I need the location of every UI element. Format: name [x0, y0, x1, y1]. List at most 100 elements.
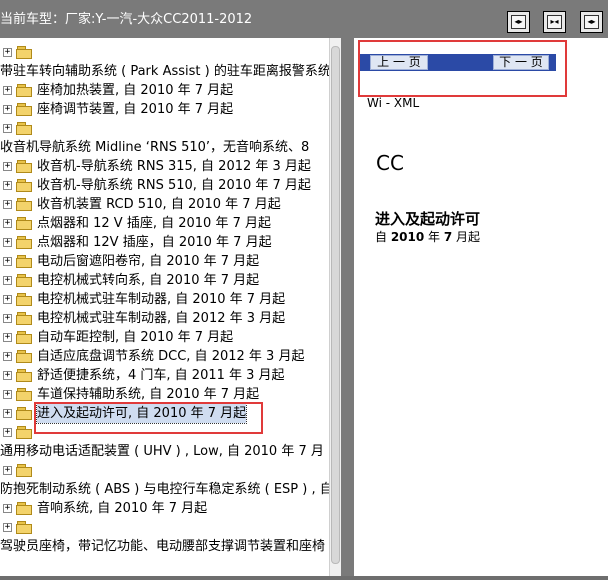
tree-item-text[interactable]: 防抱死制动系统 ( ABS ) 与电控行车稳定系统 ( ESP ) , 自 [0, 480, 329, 499]
expand-toggle-icon[interactable]: + [3, 219, 12, 228]
next-page-button[interactable]: 下 一 页 [493, 55, 549, 70]
expand-icon: ◂▸ [511, 15, 526, 29]
tree-item-text[interactable]: 收音机导航系统 Midline ‘RNS 510’，无音响系统、8 [0, 138, 329, 157]
expand-toggle-icon[interactable]: + [3, 466, 12, 475]
folder-icon [16, 388, 32, 401]
tree-item-label: 点烟器和 12V 插座，自 2010 年 7 月起 [37, 235, 272, 250]
folder-icon [16, 255, 32, 268]
expand-toggle-icon[interactable]: + [3, 428, 12, 437]
split-icon: ◂▸ [584, 15, 599, 29]
tree-item[interactable]: + [0, 461, 329, 480]
tree-item-label: 座椅加热装置, 自 2010 年 7 月起 [37, 83, 234, 98]
folder-icon [16, 160, 32, 173]
tree-item-label: 收音机-导航系统 RNS 510, 自 2010 年 7 月起 [37, 178, 311, 193]
expand-toggle-icon[interactable]: + [3, 124, 12, 133]
tree-item-label: 收音机导航系统 Midline ‘RNS 510’，无音响系统、8 [0, 140, 310, 155]
tree-pane[interactable]: + 带驻车转向辅助系统 ( Park Assist ) 的驻车距离报警系统 + 座椅加… [0, 38, 329, 576]
expand-toggle-icon[interactable]: + [3, 333, 12, 342]
expand-toggle-icon[interactable]: + [3, 390, 12, 399]
pane-divider[interactable] [341, 38, 354, 576]
tree-item[interactable]: + [0, 119, 329, 138]
folder-icon [16, 198, 32, 211]
expand-toggle-icon[interactable]: + [3, 48, 12, 57]
tree-item-label: 座椅调节装置, 自 2010 年 7 月起 [37, 102, 234, 117]
folder-icon [16, 350, 32, 363]
tree-item[interactable]: + 电控机械式驻车制动器, 自 2012 年 3 月起 [0, 309, 329, 328]
expand-toggle-icon[interactable]: + [3, 504, 12, 513]
tree-item-label: 自适应底盘调节系统 DCC, 自 2012 年 3 月起 [37, 349, 305, 364]
doc-subheading: 自 2010 年 7 月起 [375, 228, 480, 245]
expand-toggle-icon[interactable]: + [3, 295, 12, 304]
doc-sub-mid: 年 [424, 230, 444, 244]
expand-toggle-icon[interactable]: + [3, 86, 12, 95]
expand-toggle-icon[interactable]: + [3, 314, 12, 323]
tree-item-label: 电动后窗遮阳卷帘, 自 2010 年 7 月起 [37, 254, 260, 269]
tree-item[interactable]: + 收音机-导航系统 RNS 315, 自 2012 年 3 月起 [0, 157, 329, 176]
tree-item[interactable]: + 收音机装置 RCD 510, 自 2010 年 7 月起 [0, 195, 329, 214]
tree-item[interactable]: + [0, 518, 329, 537]
expand-toggle-icon[interactable]: + [3, 352, 12, 361]
folder-icon [16, 426, 32, 439]
folder-icon [16, 236, 32, 249]
tree-item-label: 点烟器和 12 V 插座, 自 2010 年 7 月起 [37, 216, 271, 231]
tree-item[interactable]: + 舒适便捷系统，4 门车, 自 2011 年 3 月起 [0, 366, 329, 385]
folder-icon [16, 369, 32, 382]
tree-scrollbar[interactable] [329, 38, 341, 576]
expand-toggle-icon[interactable]: + [3, 238, 12, 247]
folder-icon [16, 274, 32, 287]
expand-toggle-icon[interactable]: + [3, 257, 12, 266]
expand-toggle-icon[interactable]: + [3, 371, 12, 380]
expand-toggle-icon[interactable]: + [3, 105, 12, 114]
scrollbar-thumb[interactable] [331, 46, 340, 564]
tree-item[interactable]: + 点烟器和 12 V 插座, 自 2010 年 7 月起 [0, 214, 329, 233]
tree-item-label-selected: 进入及起动许可, 自 2010 年 7 月起 [35, 403, 248, 424]
tree-item[interactable]: + 电控机械式转向系, 自 2010 年 7 月起 [0, 271, 329, 290]
tree-item-label: 舒适便捷系统，4 门车, 自 2011 年 3 月起 [37, 368, 285, 383]
window-title: 当前车型：厂家:Y-一汽-大众CC2011-2012 [0, 12, 253, 27]
tree-item[interactable]: + 车道保持辅助系统, 自 2010 年 7 月起 [0, 385, 329, 404]
tree-item[interactable]: + 自动车距控制, 自 2010 年 7 月起 [0, 328, 329, 347]
tree-item-label: 电控机械式驻车制动器, 自 2010 年 7 月起 [37, 292, 286, 307]
doc-sub-month: 7 [443, 230, 453, 244]
folder-icon [16, 46, 32, 59]
tree-item-label: 通用移动电话适配装置 ( UHV ) , Low, 自 2010 年 7 月 [0, 444, 324, 459]
expand-toggle-icon[interactable]: + [3, 162, 12, 171]
doc-source: Wi - XML [367, 96, 420, 110]
doc-heading: 进入及起动许可 [375, 210, 481, 228]
tree-item[interactable]: + 音响系统, 自 2010 年 7 月起 [0, 499, 329, 518]
tree-item-text[interactable]: 带驻车转向辅助系统 ( Park Assist ) 的驻车距离报警系统 [0, 62, 329, 81]
bottom-border [0, 576, 608, 580]
tree-item-text[interactable]: 驾驶员座椅，带记忆功能、电动腰部支撑调节装置和座椅 [0, 537, 329, 556]
expand-toggle-icon[interactable]: + [3, 523, 12, 532]
doc-sub-suffix: 月起 [452, 230, 481, 244]
tree-item-label: 收音机装置 RCD 510, 自 2010 年 7 月起 [37, 197, 281, 212]
folder-icon [16, 293, 32, 306]
expand-toggle-icon[interactable]: + [3, 181, 12, 190]
tree-item[interactable]: + 座椅加热装置, 自 2010 年 7 月起 [0, 81, 329, 100]
tree-item-text[interactable]: 通用移动电话适配装置 ( UHV ) , Low, 自 2010 年 7 月 [0, 442, 329, 461]
tree-item[interactable]: + 座椅调节装置, 自 2010 年 7 月起 [0, 100, 329, 119]
tree-item[interactable]: + [0, 423, 329, 442]
toolbar-button-3[interactable]: ◂▸ [580, 11, 603, 33]
tree-item[interactable]: + 电动后窗遮阳卷帘, 自 2010 年 7 月起 [0, 252, 329, 271]
expand-toggle-icon[interactable]: + [3, 200, 12, 209]
folder-icon [16, 84, 32, 97]
expand-toggle-icon[interactable]: + [3, 409, 12, 418]
prev-page-button[interactable]: 上 一 页 [370, 55, 428, 70]
folder-icon [16, 103, 32, 116]
tree-item-label: 车道保持辅助系统, 自 2010 年 7 月起 [37, 387, 260, 402]
tree-item[interactable]: + 收音机-导航系统 RNS 510, 自 2010 年 7 月起 [0, 176, 329, 195]
folder-icon [16, 407, 32, 420]
tree-item[interactable]: + 电控机械式驻车制动器, 自 2010 年 7 月起 [0, 290, 329, 309]
doc-sub-prefix: 自 [375, 230, 391, 244]
folder-icon [16, 122, 32, 135]
toolbar-button-1[interactable]: ◂▸ [507, 11, 530, 33]
document-pane: 上 一 页 下 一 页 Wi - XML CC 进入及起动许可 自 2010 年… [354, 38, 608, 576]
tree-item[interactable]: + 进入及起动许可, 自 2010 年 7 月起 [0, 403, 329, 424]
tree-item[interactable]: + [0, 43, 329, 62]
tree-item-label: 收音机-导航系统 RNS 315, 自 2012 年 3 月起 [37, 159, 311, 174]
tree-item[interactable]: + 自适应底盘调节系统 DCC, 自 2012 年 3 月起 [0, 347, 329, 366]
toolbar-button-2[interactable]: ▸◂ [543, 11, 566, 33]
expand-toggle-icon[interactable]: + [3, 276, 12, 285]
tree-item[interactable]: + 点烟器和 12V 插座，自 2010 年 7 月起 [0, 233, 329, 252]
